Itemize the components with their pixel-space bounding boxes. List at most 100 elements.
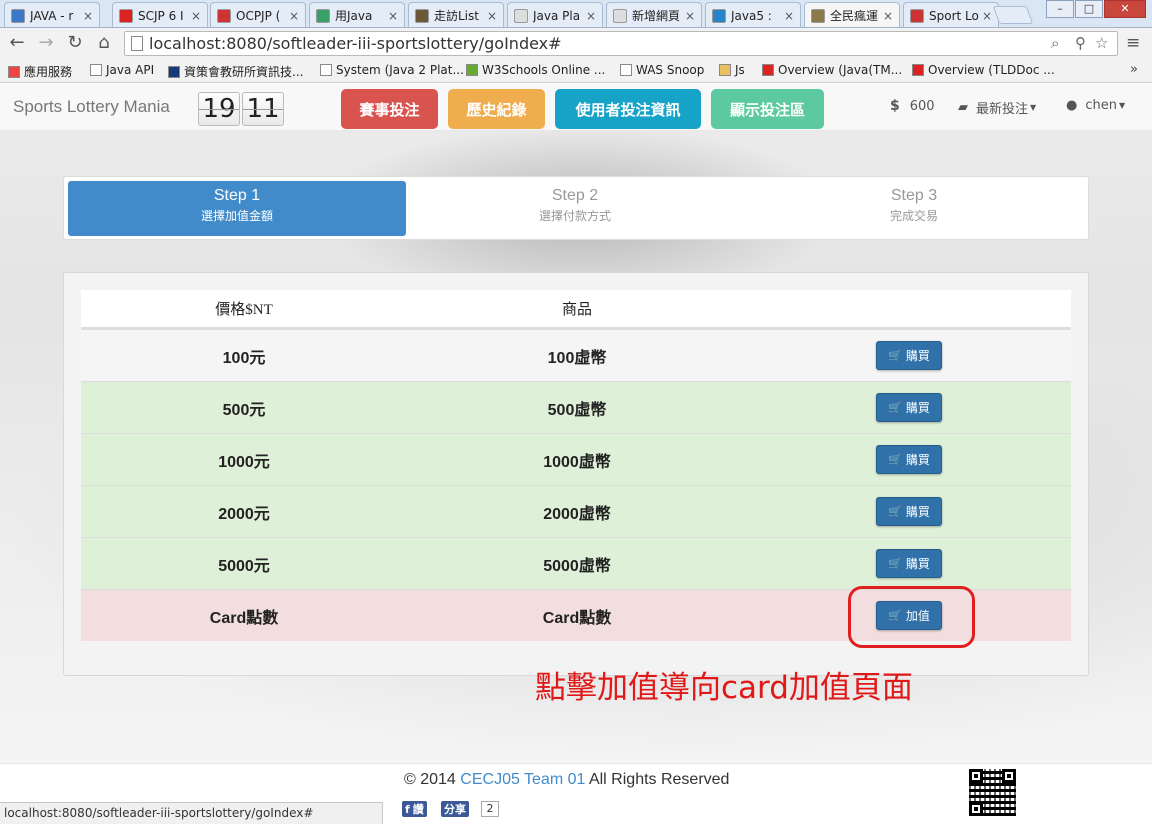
bookmark-item[interactable]: System (Java 2 Plat... — [320, 63, 464, 77]
tab-title: 用Java — [335, 9, 373, 23]
action-cell: 🛒 購買 — [747, 382, 1071, 433]
latest-bets-label: 最新投注 — [976, 102, 1029, 117]
maximize-window-button[interactable]: □ — [1075, 0, 1103, 18]
tab-favicon-icon — [712, 8, 726, 23]
tab-close-icon[interactable]: × — [289, 9, 299, 23]
nav-button-bet-events[interactable]: 賽事投注 — [341, 89, 438, 129]
facebook-share-button[interactable]: 分享 — [441, 801, 469, 817]
browser-tab[interactable]: 新增網頁 × — [606, 2, 702, 27]
qr-finder — [1002, 769, 1016, 783]
url-text[interactable]: localhost:8080/softleader-iii-sportslott… — [149, 34, 562, 53]
facebook-like-button[interactable]: f讚 — [402, 801, 427, 817]
nav-button-user-bets[interactable]: 使用者投注資訊 — [555, 89, 701, 129]
new-tab-button[interactable] — [992, 6, 1034, 24]
step-subtitle: 選擇付款方式 — [538, 209, 611, 223]
tab-close-icon[interactable]: × — [685, 9, 695, 23]
tab-title: Java5 : — [731, 8, 772, 23]
site-brand[interactable]: Sports Lottery Mania — [13, 97, 170, 117]
browser-tab[interactable]: Java Pla × — [507, 2, 603, 27]
bookmarks-more-button[interactable]: » — [1130, 62, 1138, 77]
step-subtitle: 選擇加值金額 — [200, 209, 273, 223]
browser-tab[interactable]: 走訪List × — [408, 2, 504, 27]
bookmark-item[interactable]: Overview (Java(TM... — [762, 63, 902, 77]
browser-tab[interactable]: Java5 : × — [705, 2, 801, 27]
share-count: 2 — [481, 801, 499, 817]
user-name: chen — [1085, 98, 1117, 113]
nav-button-label: 使用者投注資訊 — [575, 100, 681, 119]
bookmark-item[interactable]: Overview (TLDDoc ... — [912, 63, 1055, 77]
tab-close-icon[interactable]: × — [883, 9, 893, 23]
browser-toolbar: ← → ↻ ⌂ localhost:8080/softleader-iii-sp… — [0, 28, 1152, 59]
step-title: Step 3 — [890, 187, 938, 204]
reload-icon[interactable]: ↻ — [64, 32, 86, 54]
browser-tab-strip: JAVA - r × SCJP 6 I × OCPJP (× 用Java × 走訪List × J… — [0, 0, 1152, 28]
tab-favicon-icon — [217, 8, 231, 23]
nav-button-show-bet-area[interactable]: 顯示投注區 — [711, 89, 824, 129]
tab-close-icon[interactable]: × — [388, 9, 398, 23]
tab-favicon-icon — [415, 8, 429, 23]
price-cell: 5000元 — [218, 557, 270, 575]
search-icon[interactable]: ⌕ — [1051, 34, 1059, 52]
tab-close-icon[interactable]: × — [487, 9, 497, 23]
close-window-button[interactable]: ✕ — [1104, 0, 1146, 18]
browser-tab[interactable]: Sport Lo × — [903, 2, 999, 27]
product-cell: 500虛幣 — [547, 401, 607, 419]
buy-button[interactable]: 🛒 購買 — [876, 549, 942, 578]
bookmarks-bar: » 應用服務 Java API 資策會教研所資訊技... System (Java 2… — [0, 59, 1152, 83]
menu-icon[interactable]: ≡ — [1126, 33, 1140, 53]
action-cell: 🛒 購買 — [747, 434, 1071, 485]
product-cell: Card點數 — [542, 609, 612, 627]
forward-arrow-icon[interactable]: → — [35, 32, 57, 54]
user-dropdown[interactable]: ● chen ▼ — [1066, 98, 1125, 113]
minimize-window-button[interactable]: – — [1046, 0, 1074, 18]
bookmark-item[interactable]: Java API — [90, 63, 154, 77]
browser-tab[interactable]: OCPJP (× — [210, 2, 306, 27]
team-link[interactable]: CECJ05 Team 01 — [460, 771, 585, 788]
step-wizard: Step 1 選擇加值金額 Step 2 選擇付款方式 Step 3 完成交易 — [63, 176, 1089, 240]
bookmark-item[interactable]: WAS Snoop — [620, 63, 704, 77]
qr-finder — [969, 802, 983, 816]
bookmark-label: 應用服務 — [24, 65, 73, 79]
price-cell: 1000元 — [218, 453, 270, 471]
product-cell: 2000虛幣 — [543, 505, 611, 523]
bookmark-item[interactable]: Js — [719, 63, 745, 77]
tab-favicon-icon — [316, 8, 330, 23]
tab-close-icon[interactable]: × — [83, 9, 93, 23]
buy-button[interactable]: 🛒 購買 — [876, 497, 942, 526]
button-label: 購買 — [905, 401, 930, 415]
tab-favicon-icon — [514, 8, 528, 23]
buy-button[interactable]: 🛒 購買 — [876, 341, 942, 370]
bookmark-item[interactable]: 應用服務 — [8, 63, 72, 80]
browser-tab[interactable]: 全民瘋運 × — [804, 2, 900, 27]
tab-close-icon[interactable]: × — [191, 9, 201, 23]
back-arrow-icon[interactable]: ← — [6, 32, 28, 54]
page-icon — [620, 64, 632, 76]
bookmark-item[interactable]: 資策會教研所資訊技... — [168, 63, 303, 80]
tab-close-icon[interactable]: × — [982, 9, 992, 23]
copyright: © 2014 CECJ05 Team 01 All Rights Reserve… — [404, 771, 729, 789]
tab-close-icon[interactable]: × — [586, 9, 596, 23]
tab-close-icon[interactable]: × — [784, 9, 794, 23]
browser-tab[interactable]: JAVA - r × — [4, 2, 100, 27]
buy-button[interactable]: 🛒 購買 — [876, 445, 942, 474]
bookmark-label: Overview (Java(TM... — [778, 63, 903, 77]
home-icon[interactable]: ⌂ — [93, 32, 115, 54]
shopping-cart-icon: 🛒 — [888, 402, 902, 414]
action-cell: 🛒 購買 — [747, 486, 1071, 537]
nav-button-label: 顯示投注區 — [729, 100, 805, 119]
header-product: 商品 — [561, 302, 592, 318]
buy-button[interactable]: 🛒 購買 — [876, 393, 942, 422]
browser-tab[interactable]: SCJP 6 I × — [112, 2, 208, 27]
tab-favicon-icon — [811, 8, 825, 23]
tab-title: Sport Lo — [929, 8, 979, 23]
extension-icon[interactable]: ⚲ — [1075, 34, 1086, 52]
browser-tab[interactable]: 用Java × — [309, 2, 405, 27]
nav-button-history[interactable]: 歷史紀錄 — [448, 89, 545, 129]
step-title: Step 2 — [551, 187, 599, 204]
bookmark-star-icon[interactable]: ☆ — [1095, 34, 1108, 52]
highlight-circle — [848, 586, 975, 648]
latest-bets-dropdown[interactable]: ▰ 最新投注 ▼ — [958, 98, 1036, 117]
address-bar[interactable]: localhost:8080/softleader-iii-sportslott… — [124, 31, 1118, 56]
price-cell: Card點數 — [209, 609, 279, 627]
bookmark-item[interactable]: W3Schools Online ... — [466, 63, 605, 77]
